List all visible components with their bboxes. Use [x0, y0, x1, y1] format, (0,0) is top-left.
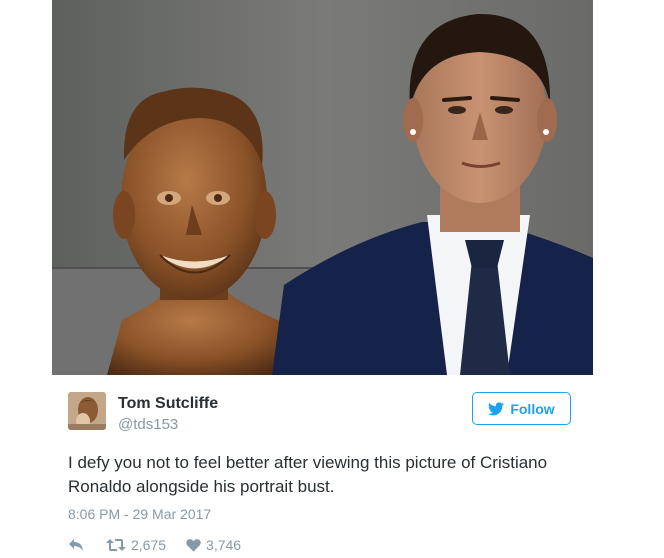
retweet-icon — [106, 539, 126, 551]
follow-label: Follow — [510, 400, 555, 417]
like-button[interactable]: 3,746 — [186, 537, 241, 553]
heart-icon — [186, 539, 201, 552]
photo-bust-and-man — [52, 0, 593, 375]
retweet-button[interactable]: 2,675 — [106, 537, 166, 553]
twitter-bird-icon — [488, 401, 505, 415]
like-count: 3,746 — [206, 537, 242, 553]
author-handle[interactable]: @tds153 — [118, 416, 178, 433]
tweet-photo[interactable] — [52, 0, 593, 375]
avatar[interactable] — [68, 392, 106, 430]
retweet-count: 2,675 — [131, 537, 167, 553]
reply-arrow-icon — [69, 539, 83, 551]
tweet-actions: 2,675 3,746 — [68, 535, 241, 555]
reply-button[interactable] — [68, 538, 84, 552]
avatar-image — [68, 392, 106, 430]
tweet-text: I defy you not to feel better after view… — [68, 453, 548, 496]
author-display-name[interactable]: Tom Sutcliffe — [118, 395, 218, 413]
follow-button[interactable]: Follow — [472, 392, 571, 425]
tweet-timestamp[interactable]: 8:06 PM - 29 Mar 2017 — [68, 506, 211, 522]
